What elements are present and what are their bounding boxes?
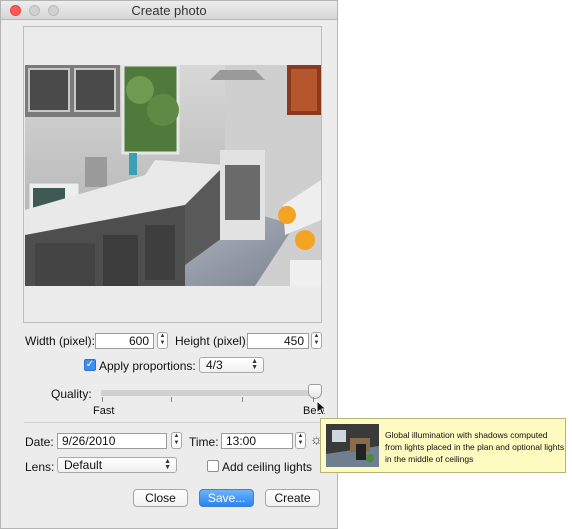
window-title: Create photo: [131, 3, 207, 18]
separator: [24, 422, 320, 423]
quality-slider-fill: [101, 390, 313, 396]
add-ceiling-lights-checkbox[interactable]: [207, 460, 219, 472]
slider-tick: [102, 397, 103, 402]
updown-arrows-icon: ▲ ▼: [251, 358, 258, 371]
date-label: Date:: [25, 435, 54, 449]
proportions-value: 4/3: [206, 358, 223, 372]
date-field[interactable]: 9/26/2010: [57, 433, 167, 449]
quality-fast-label: Fast: [93, 405, 115, 417]
close-button[interactable]: Close: [133, 489, 188, 507]
quality-slider-thumb[interactable]: [308, 384, 322, 399]
slider-tick: [242, 397, 243, 402]
apply-proportions-checkbox[interactable]: ✓: [84, 359, 96, 371]
time-field[interactable]: 13:00: [221, 433, 293, 449]
tooltip-text: Global illumination with shadows compute…: [385, 430, 565, 464]
tooltip-thumbnail-image: [326, 424, 379, 467]
slider-tick: [313, 397, 314, 402]
lens-select[interactable]: Default ▲ ▼: [57, 457, 177, 473]
title-bar: Create photo: [1, 1, 337, 20]
arrow-cursor-icon: [316, 400, 326, 416]
time-label: Time:: [189, 435, 219, 449]
slider-tick: [171, 397, 172, 402]
width-stepper[interactable]: ▲ ▼: [157, 332, 168, 349]
height-field[interactable]: 450: [247, 333, 309, 349]
proportions-select[interactable]: 4/3 ▲ ▼: [199, 357, 264, 373]
date-stepper[interactable]: ▲ ▼: [171, 432, 182, 449]
time-stepper[interactable]: ▲ ▼: [295, 432, 306, 449]
height-stepper[interactable]: ▲ ▼: [311, 332, 322, 349]
height-label: Height (pixel):: [175, 334, 250, 348]
lens-label: Lens:: [25, 460, 55, 474]
lens-value: Default: [64, 458, 103, 472]
quality-tooltip: Global illumination with shadows compute…: [320, 418, 566, 473]
kitchen-render-image: [25, 65, 321, 286]
updown-arrows-icon: ▲ ▼: [164, 458, 171, 471]
width-field[interactable]: 600: [95, 333, 154, 349]
add-ceiling-lights-label: Add ceiling lights: [222, 460, 313, 474]
quality-label: Quality:: [51, 387, 92, 401]
save-button[interactable]: Save...: [199, 489, 254, 507]
photo-preview: [23, 26, 322, 323]
apply-proportions-label: Apply proportions:: [99, 359, 196, 373]
create-photo-window: Create photo Width (pixel): 600 ▲ ▼ Heig…: [0, 0, 338, 529]
width-label: Width (pixel):: [25, 334, 96, 348]
create-button[interactable]: Create: [265, 489, 320, 507]
